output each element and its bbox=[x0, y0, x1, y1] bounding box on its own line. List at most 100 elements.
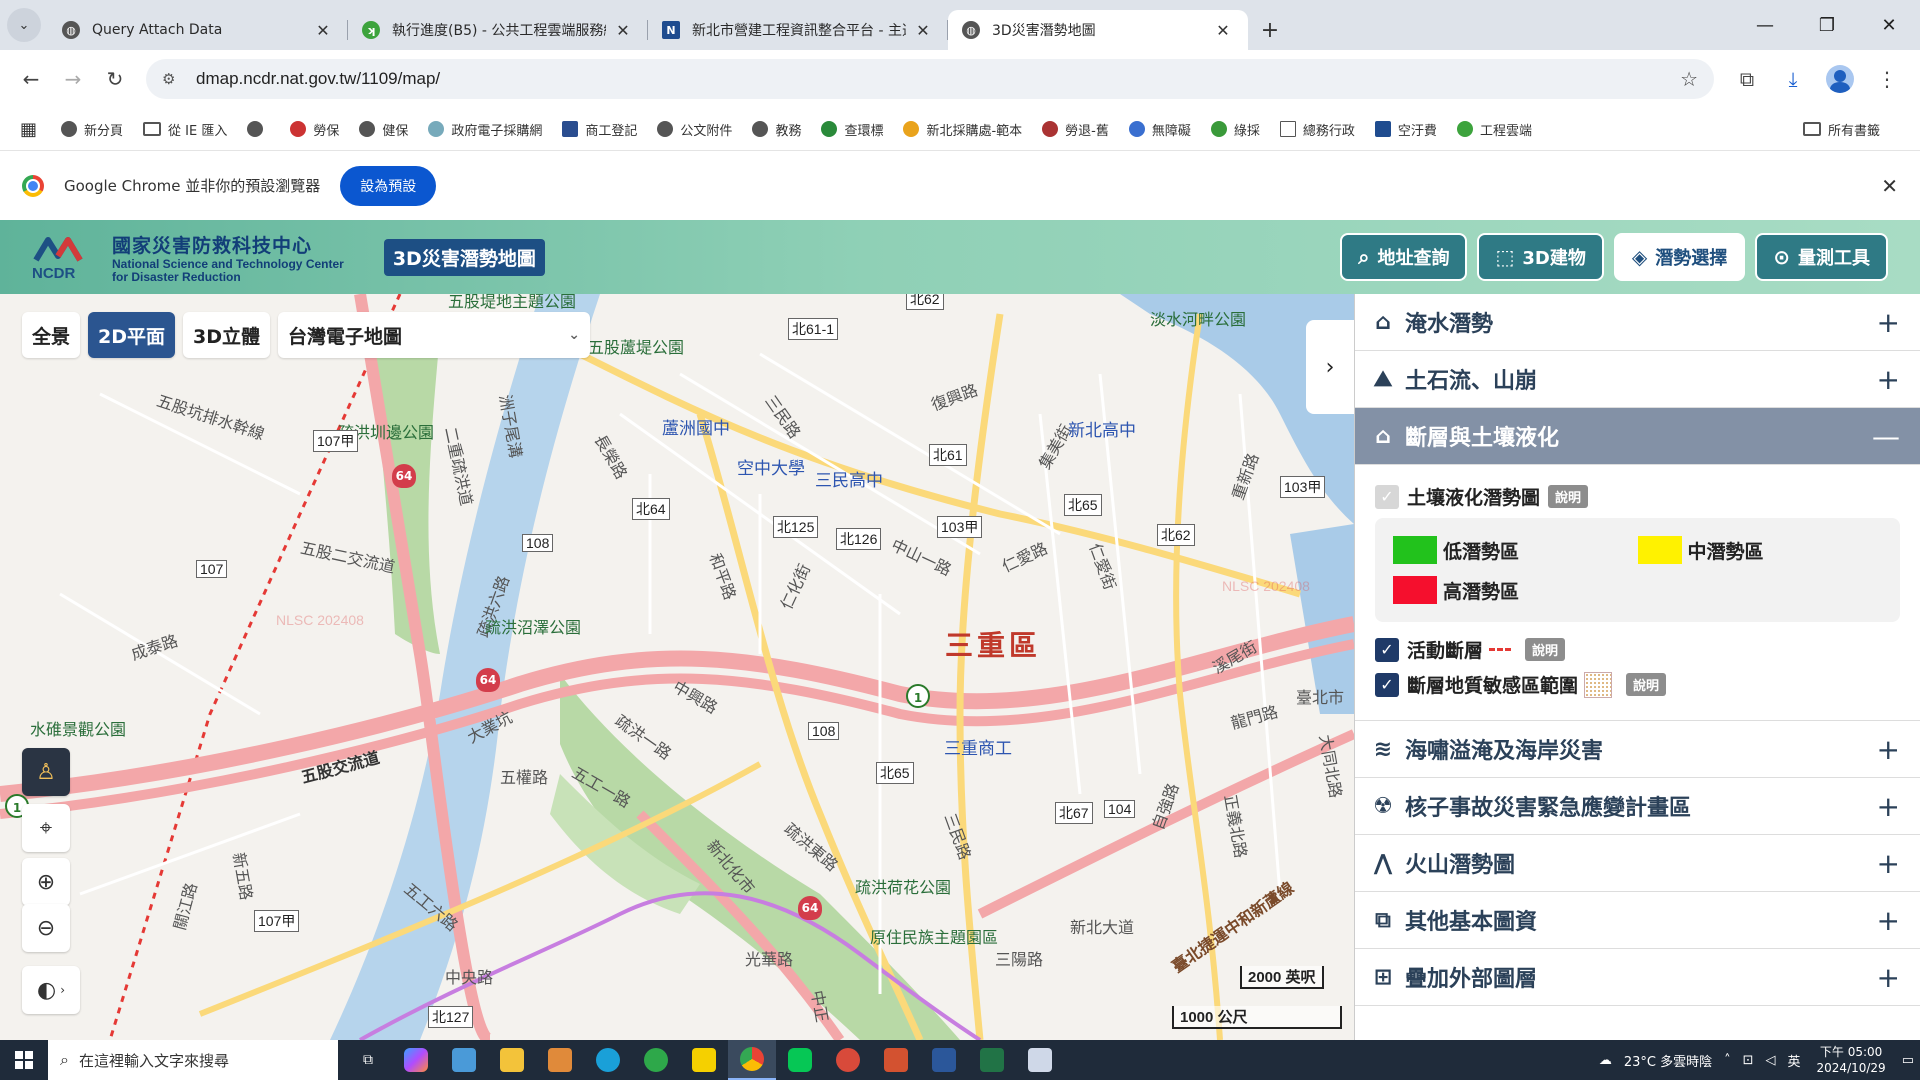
taskbar-app[interactable] bbox=[392, 1040, 440, 1080]
section-fault-liquefaction[interactable]: ⌂ 斷層與土壤液化 — bbox=[1355, 408, 1920, 465]
taskbar-app[interactable] bbox=[920, 1040, 968, 1080]
profile-avatar[interactable] bbox=[1826, 65, 1854, 93]
close-icon[interactable]: ✕ bbox=[612, 21, 634, 40]
bookmark-item[interactable]: 新北採購處-範本 bbox=[903, 120, 1022, 139]
taskbar-app[interactable] bbox=[776, 1040, 824, 1080]
taskbar-app[interactable] bbox=[632, 1040, 680, 1080]
liquefaction-info-button[interactable]: 說明 bbox=[1548, 485, 1589, 508]
street-view-button[interactable]: ♙ bbox=[22, 748, 70, 796]
weather-icon[interactable]: ☁ bbox=[1599, 1053, 1612, 1068]
section-external-layers[interactable]: ⊞ 疊加外部圖層 + bbox=[1355, 949, 1920, 1006]
section-basic-maps[interactable]: ⧉ 其他基本圖資 + bbox=[1355, 892, 1920, 949]
panel-collapse-button[interactable]: › bbox=[1306, 320, 1354, 414]
start-button[interactable] bbox=[0, 1040, 48, 1080]
section-volcano[interactable]: ⋀ 火山潛勢圖 + bbox=[1355, 835, 1920, 892]
address-search-button[interactable]: ⌕ 地址查詢 bbox=[1340, 233, 1468, 281]
taskbar-app[interactable] bbox=[488, 1040, 536, 1080]
taskbar-app[interactable] bbox=[536, 1040, 584, 1080]
apps-grid-icon[interactable]: ▦ bbox=[20, 119, 37, 140]
back-button[interactable]: ← bbox=[10, 58, 52, 100]
network-icon[interactable]: ⊡ bbox=[1743, 1053, 1754, 1068]
new-tab-button[interactable]: + bbox=[1248, 10, 1292, 50]
taskbar-app[interactable] bbox=[1016, 1040, 1064, 1080]
minimize-button[interactable]: — bbox=[1734, 15, 1796, 36]
bookmark-item[interactable]: 查環標 bbox=[821, 120, 883, 139]
bookmark-item[interactable]: 空汙費 bbox=[1374, 120, 1437, 139]
all-bookmarks-folder[interactable]: 所有書籤 bbox=[1802, 120, 1880, 139]
taskbar-app[interactable] bbox=[680, 1040, 728, 1080]
set-default-button[interactable]: 設為預設 bbox=[340, 165, 437, 206]
bookmark-item[interactable]: 教務 bbox=[752, 120, 801, 139]
chevron-up-icon[interactable]: ˄ bbox=[1724, 1053, 1731, 1068]
zoom-in-button[interactable]: ⊕ bbox=[22, 858, 70, 906]
bookmark-item[interactable]: 政府電子採購網 bbox=[428, 120, 542, 139]
hazard-select-button[interactable]: ◈ 潛勢選擇 bbox=[1613, 233, 1746, 281]
bookmark-item[interactable]: 工程雲端 bbox=[1456, 120, 1532, 139]
bookmark-item[interactable]: 勞退-舊 bbox=[1042, 120, 1109, 139]
browser-tab-active[interactable]: ◍ 3D災害潛勢地圖 ✕ bbox=[948, 10, 1248, 50]
close-icon[interactable]: ✕ bbox=[1212, 21, 1234, 40]
bookmark-item[interactable]: 新分頁 bbox=[61, 120, 123, 139]
bookmark-item[interactable]: 商工登記 bbox=[562, 120, 637, 139]
taskbar-app[interactable] bbox=[968, 1040, 1016, 1080]
url-text[interactable]: dmap.ncdr.nat.gov.tw/1109/map/ bbox=[196, 69, 1680, 89]
clock[interactable]: 下午 05:00 2024/10/29 bbox=[1817, 1044, 1886, 1076]
browser-tab[interactable]: N 新北市營建工程資訊整合平台 - 主選單 ✕ bbox=[648, 10, 948, 50]
close-icon[interactable]: ✕ bbox=[312, 21, 334, 40]
download-icon[interactable]: ⤓ bbox=[1770, 67, 1816, 91]
map-canvas[interactable]: NLSC 202408 NLSC 202408 三重區 五股坑排水幹線 疏洪圳邊… bbox=[0, 294, 1354, 1040]
taskbar-app[interactable] bbox=[872, 1040, 920, 1080]
tab-search-button[interactable]: ⌄ bbox=[0, 0, 48, 50]
active-fault-checkbox[interactable]: ✓ bbox=[1375, 637, 1399, 662]
notification-icon[interactable]: ▭ bbox=[1902, 1053, 1914, 1068]
locate-button[interactable]: ⌖ bbox=[22, 804, 70, 852]
task-view-button[interactable]: ⧉ bbox=[344, 1040, 392, 1080]
sensitive-area-checkbox[interactable]: ✓ bbox=[1375, 672, 1399, 697]
taskbar-search[interactable]: ⌕ 在這裡輸入文字來搜尋 bbox=[48, 1040, 338, 1080]
taskbar-app[interactable] bbox=[440, 1040, 488, 1080]
view-panorama-button[interactable]: 全景 bbox=[22, 312, 81, 358]
active-fault-info-button[interactable]: 說明 bbox=[1525, 638, 1566, 661]
browser-tab[interactable]: ʞ 執行進度(B5) - 公共工程雲端服務網 ✕ bbox=[348, 10, 648, 50]
bookmark-item[interactable]: 無障礙 bbox=[1128, 120, 1191, 139]
bookmark-item[interactable]: 公文附件 bbox=[657, 120, 732, 139]
liquefaction-checkbox[interactable]: ✓ bbox=[1375, 484, 1399, 509]
taskbar-app-chrome[interactable] bbox=[728, 1040, 776, 1080]
globe-switch-button[interactable]: ◐ › bbox=[22, 966, 80, 1014]
restore-button[interactable]: ❐ bbox=[1796, 15, 1858, 36]
view-2d-button[interactable]: 2D平面 bbox=[88, 312, 176, 358]
zoom-out-button[interactable]: ⊖ bbox=[22, 904, 70, 952]
forward-button[interactable]: → bbox=[52, 58, 94, 100]
bookmark-star-icon[interactable]: ☆ bbox=[1680, 67, 1698, 91]
bookmark-item[interactable]: 健保 bbox=[359, 120, 408, 139]
taskbar-app[interactable] bbox=[584, 1040, 632, 1080]
view-3d-button[interactable]: 3D立體 bbox=[183, 312, 271, 358]
close-icon[interactable]: ✕ bbox=[1881, 174, 1898, 198]
bookmark-folder[interactable]: 從 IE 匯入 bbox=[143, 120, 227, 139]
section-flood[interactable]: ⌂ 淹水潛勢 + bbox=[1355, 294, 1920, 351]
ime-indicator[interactable]: 英 bbox=[1788, 1051, 1801, 1070]
bookmark-item[interactable] bbox=[247, 121, 270, 137]
reload-button[interactable]: ↻ bbox=[94, 58, 136, 100]
3d-building-button[interactable]: ⬚ 3D建物 bbox=[1477, 233, 1604, 281]
address-bar[interactable]: ⚙ dmap.ncdr.nat.gov.tw/1109/map/ ☆ bbox=[146, 59, 1714, 99]
measure-tool-button[interactable]: ⊙ 量測工具 bbox=[1755, 233, 1888, 281]
taskbar-app[interactable] bbox=[824, 1040, 872, 1080]
browser-tab[interactable]: ◍ Query Attach Data ✕ bbox=[48, 10, 348, 50]
menu-kebab-icon[interactable]: ⋮ bbox=[1864, 67, 1910, 91]
close-window-button[interactable]: ✕ bbox=[1858, 15, 1920, 36]
section-landslide[interactable]: ⛰ 土石流、山崩 + bbox=[1355, 351, 1920, 408]
bookmark-item[interactable]: 勞保 bbox=[290, 120, 339, 139]
ncdr-logo[interactable]: NCDR bbox=[32, 234, 102, 282]
section-tsunami[interactable]: ≋ 海嘯溢淹及海岸災害 + bbox=[1355, 721, 1920, 778]
basemap-select[interactable]: 台灣電子地圖 ⌄ bbox=[278, 312, 591, 358]
site-info-icon[interactable]: ⚙ bbox=[162, 70, 186, 88]
sensitive-area-info-button[interactable]: 說明 bbox=[1626, 673, 1667, 696]
bookmark-item[interactable]: 總務行政 bbox=[1279, 120, 1355, 139]
close-icon[interactable]: ✕ bbox=[912, 21, 934, 40]
bookmark-item[interactable]: 綠採 bbox=[1210, 120, 1260, 139]
weather-text[interactable]: 23°C 多雲時陰 bbox=[1624, 1051, 1712, 1070]
section-nuclear[interactable]: ☢ 核子事故災害緊急應變計畫區 + bbox=[1355, 778, 1920, 835]
volume-icon[interactable]: ◁ bbox=[1766, 1053, 1776, 1068]
extensions-icon[interactable]: ⧉ bbox=[1724, 67, 1770, 91]
